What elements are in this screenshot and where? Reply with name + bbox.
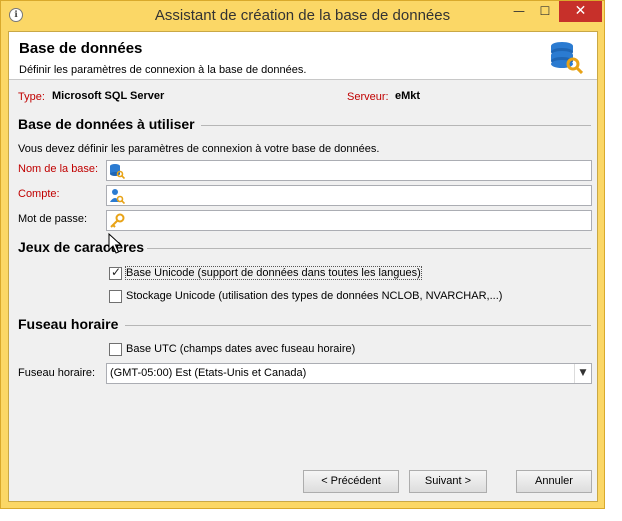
timezone-section-title: Fuseau horaire (18, 316, 119, 332)
user-key-icon (110, 189, 125, 204)
password-input[interactable] (106, 210, 592, 231)
close-button[interactable]: ✕ (559, 1, 602, 22)
timezone-value: (GMT-05:00) Est (Etats-Unis et Canada) (110, 367, 307, 379)
checkmark-icon: ✓ (111, 265, 122, 279)
password-label: Mot de passe: (18, 213, 88, 225)
timezone-select[interactable]: (GMT-05:00) Est (Etats-Unis et Canada) ▼ (106, 363, 592, 384)
type-label: Type: (18, 91, 45, 103)
server-value: eMkt (395, 90, 421, 102)
key-icon (110, 213, 125, 228)
timezone-label: Fuseau horaire: (18, 367, 96, 379)
checkbox-box[interactable] (109, 290, 122, 303)
page-title: Base de données (19, 40, 143, 57)
database-key-icon (551, 42, 583, 74)
account-label: Compte: (18, 188, 60, 200)
utc-base-label: Base UTC (champs dates avec fuseau horai… (126, 343, 356, 355)
database-section-title: Base de données à utiliser (18, 116, 195, 132)
section-divider (201, 125, 591, 126)
database-key-icon (110, 164, 125, 179)
unicode-base-checkbox[interactable]: ✓ Base Unicode (support de données dans … (109, 265, 449, 282)
wizard-header: Base de données Définir les paramètres d… (9, 32, 597, 80)
account-input[interactable] (106, 185, 592, 206)
minimize-button[interactable]: — (506, 1, 532, 22)
chevron-down-icon[interactable]: ▼ (574, 364, 591, 383)
checkbox-box[interactable]: ✓ (109, 265, 122, 280)
unicode-storage-label: Stockage Unicode (utilisation des types … (126, 290, 503, 302)
type-value: Microsoft SQL Server (52, 90, 165, 102)
maximize-button[interactable]: ☐ (532, 1, 558, 22)
charset-section-title: Jeux de caractères (18, 239, 145, 255)
next-button[interactable]: Suivant > (409, 470, 487, 493)
utc-base-checkbox[interactable]: Base UTC (champs dates avec fuseau horai… (109, 342, 389, 358)
mouse-cursor-icon (108, 233, 122, 254)
wizard-window: ℹ Assistant de création de la base de do… (0, 0, 605, 509)
previous-button[interactable]: < Précédent (303, 470, 399, 493)
database-name-label: Nom de la base: (18, 163, 99, 175)
server-label: Serveur: (347, 91, 389, 103)
database-name-input[interactable] (106, 160, 592, 181)
section-divider (147, 248, 591, 249)
title-bar[interactable]: ℹ Assistant de création de la base de do… (1, 1, 604, 31)
unicode-base-label: Base Unicode (support de données dans to… (125, 266, 422, 280)
wizard-content: Base de données Définir les paramètres d… (8, 31, 598, 502)
page-subtitle: Définir les paramètres de connexion à la… (19, 64, 307, 76)
database-section-description: Vous devez définir les paramètres de con… (18, 143, 380, 155)
cancel-button[interactable]: Annuler (516, 470, 592, 493)
section-divider (125, 325, 591, 326)
unicode-storage-checkbox[interactable]: Stockage Unicode (utilisation des types … (109, 289, 539, 305)
checkbox-box[interactable] (109, 343, 122, 356)
